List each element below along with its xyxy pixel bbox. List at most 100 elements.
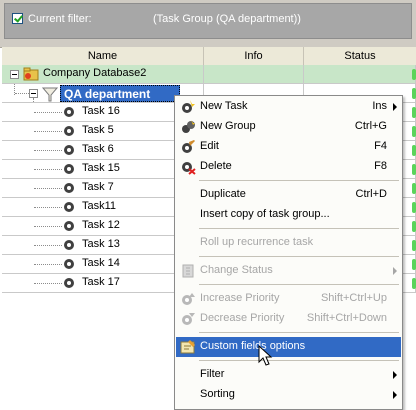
collapse-group-icon[interactable] [29, 89, 38, 98]
column-info-header[interactable]: Info [204, 47, 304, 65]
menu-item-change-status: Change Status [176, 261, 401, 281]
menu-label: Filter [200, 368, 225, 380]
menu-label: Increase Priority [200, 292, 280, 304]
status-indicator [412, 202, 416, 213]
mouse-cursor-icon [258, 345, 273, 366]
tree-group-label: QA department [64, 87, 151, 101]
tree-line [34, 188, 62, 189]
tree-line [34, 226, 62, 227]
menu-shortcut: Shift+Ctrl+Down [306, 312, 387, 324]
status-indicator [412, 145, 416, 156]
task-icon [64, 202, 74, 212]
status-indicator [412, 88, 416, 99]
context-menu: New Task Ins New Group Ctrl+G Edit F4 De… [174, 95, 403, 410]
menu-item-new-group[interactable]: New Group Ctrl+G [176, 117, 401, 137]
task-icon [64, 164, 74, 174]
increase-priority-icon [182, 293, 195, 305]
menu-item-roll-up: Roll up recurrence task [176, 233, 401, 253]
task-icon [64, 240, 74, 250]
menu-label: Sorting [200, 388, 235, 400]
column-status-header[interactable]: Status [304, 47, 416, 65]
task-label: Task 13 [82, 238, 120, 250]
task-label: Task 7 [82, 181, 114, 193]
status-indicator [412, 69, 416, 80]
tree-row-root[interactable]: Company Database2 [2, 65, 416, 84]
tree-line [34, 264, 62, 265]
status-indicator [412, 183, 416, 194]
menu-item-edit[interactable]: Edit F4 [176, 137, 401, 157]
tree-line [34, 207, 62, 208]
submenu-arrow-icon [393, 371, 397, 379]
menu-label: Custom fields options [200, 340, 306, 352]
filter-panel: Current filter: (Task Group (QA departme… [4, 3, 412, 39]
column-name-header[interactable]: Name [2, 47, 204, 65]
menu-item-custom-fields[interactable]: Custom fields options [176, 337, 401, 357]
menu-label: New Task [200, 100, 248, 112]
status-indicator [412, 107, 416, 118]
tree-line [15, 93, 29, 94]
menu-item-new-task[interactable]: New Task Ins [176, 97, 401, 117]
change-status-icon [182, 264, 194, 278]
menu-label: Decrease Priority [200, 312, 285, 324]
task-label: Task 16 [82, 105, 120, 117]
task-icon [64, 278, 74, 288]
menu-shortcut: F4 [374, 140, 387, 152]
menu-item-filter[interactable]: Filter [176, 365, 401, 385]
collapse-root-icon[interactable] [10, 70, 19, 79]
task-label: Task 14 [82, 257, 120, 269]
menu-item-increase-priority: Increase Priority Shift+Ctrl+Up [176, 289, 401, 309]
filter-value: (Task Group (QA department)) [153, 13, 301, 25]
tree-line [34, 150, 62, 151]
status-indicator [412, 221, 416, 232]
status-indicator [412, 259, 416, 270]
menu-shortcut: Shift+Ctrl+Up [320, 292, 387, 304]
menu-separator [199, 180, 399, 181]
task-icon [64, 145, 74, 155]
task-label: Task 12 [82, 219, 120, 231]
menu-item-insert-copy[interactable]: Insert copy of task group... [176, 205, 401, 225]
task-icon [64, 259, 74, 269]
menu-label: Insert copy of task group... [200, 208, 330, 220]
menu-item-duplicate[interactable]: Duplicate Ctrl+D [176, 185, 401, 205]
task-label: Task 17 [82, 276, 120, 288]
menu-label: Duplicate [200, 188, 246, 200]
menu-label: Roll up recurrence task [200, 236, 314, 248]
filter-label: Current filter: [28, 13, 92, 25]
menu-separator [199, 360, 399, 361]
tree-line [34, 169, 62, 170]
task-icon [64, 126, 74, 136]
selected-group[interactable]: QA department [60, 85, 180, 102]
filter-group-icon [42, 87, 58, 102]
menu-item-delete[interactable]: Delete F8 [176, 157, 401, 177]
menu-separator [199, 332, 399, 333]
task-label: Task 6 [82, 143, 114, 155]
status-indicator [412, 278, 416, 289]
menu-item-decrease-priority: Decrease Priority Shift+Ctrl+Down [176, 309, 401, 329]
status-indicator [412, 164, 416, 175]
task-label: Task 5 [82, 124, 114, 136]
menu-separator [199, 256, 399, 257]
menu-label: Delete [200, 160, 232, 172]
delete-icon [182, 162, 196, 175]
task-icon [64, 221, 74, 231]
menu-shortcut: Ins [372, 100, 387, 112]
filter-bar: Current filter: (Task Group (QA departme… [0, 0, 416, 48]
menu-label: Edit [200, 140, 219, 152]
submenu-arrow-icon [393, 103, 397, 111]
task-label: Task 15 [82, 162, 120, 174]
submenu-arrow-icon [393, 267, 397, 275]
custom-fields-icon [180, 340, 195, 354]
edit-icon [182, 140, 195, 153]
menu-separator [199, 228, 399, 229]
decrease-priority-icon [182, 313, 195, 325]
new-task-icon [182, 100, 195, 113]
menu-label: New Group [200, 120, 256, 132]
menu-shortcut: Ctrl+G [354, 120, 387, 132]
database-folder-icon [23, 67, 39, 81]
filter-checkbox[interactable] [12, 13, 23, 24]
column-header: Name Info Status [2, 47, 416, 66]
tree-line [34, 131, 62, 132]
menu-item-sorting[interactable]: Sorting [176, 385, 401, 405]
menu-label: Change Status [200, 264, 273, 276]
task-label: Task11 [82, 200, 117, 212]
